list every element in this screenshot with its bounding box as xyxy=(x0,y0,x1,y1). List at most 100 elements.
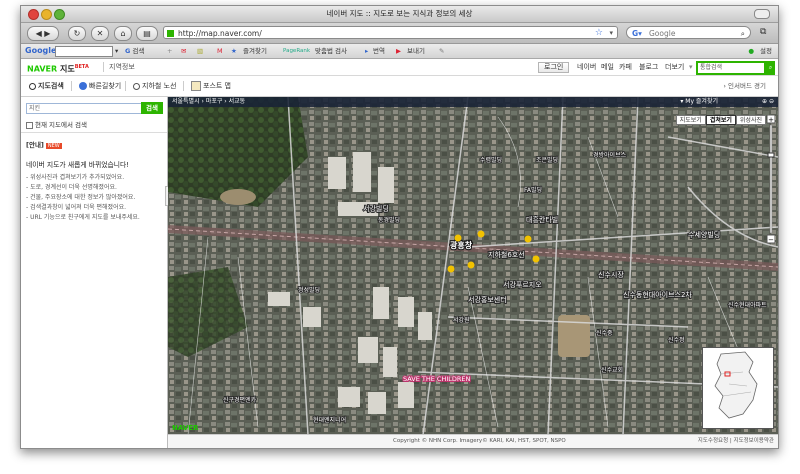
exit-marker[interactable] xyxy=(447,265,455,273)
pencil-icon[interactable]: ✎ xyxy=(439,44,444,58)
more-dropdown-icon[interactable]: ▾ xyxy=(689,59,693,75)
naver-search-input[interactable]: 통합검색 xyxy=(696,61,766,75)
map-type-satellite[interactable]: 위성사진 xyxy=(735,115,766,125)
place-label[interactable]: 신수중 xyxy=(595,328,614,338)
fullscreen-icon[interactable]: ⧉ xyxy=(760,26,772,38)
map-view[interactable]: 광흥창 지하철6호선 서강빌딩 서강푸르지오 대흥칸타빌 수세양빌딩 신수시장 … xyxy=(168,97,778,435)
exit-marker[interactable] xyxy=(524,235,532,243)
bookmark-button[interactable]: ▤ xyxy=(136,26,158,41)
help-link[interactable]: › 인서버드 경기 xyxy=(723,76,766,96)
forward-arrow-icon[interactable]: ▶ xyxy=(42,29,50,38)
station-label[interactable]: 광흥창 xyxy=(449,239,474,251)
place-label[interactable]: 조은빌딩 xyxy=(535,155,559,165)
zoom-out-icon[interactable]: − xyxy=(768,236,774,244)
tab-fast-route[interactable]: 빠른길찾기 xyxy=(79,76,121,96)
place-label[interactable]: 신구경편엔카 xyxy=(222,395,257,405)
naver-link[interactable]: 네이버 xyxy=(577,59,596,75)
exit-marker[interactable] xyxy=(477,230,485,238)
tab-map-search[interactable]: 지도검색 xyxy=(29,76,64,96)
url-bar[interactable]: http://map.naver.com/ ☆ ▾ xyxy=(163,26,618,39)
google-bookmarks-button[interactable]: 즐겨찾기 xyxy=(243,44,267,58)
gmail-link[interactable]: M xyxy=(217,44,223,58)
place-label[interactable]: 정성빌딩 xyxy=(297,285,321,295)
spellcheck-button[interactable]: 맞춤법 검사 xyxy=(315,44,347,58)
url-dropdown-icon[interactable]: ▾ xyxy=(609,27,613,40)
place-label[interactable]: 수렴빌딩 xyxy=(479,155,503,165)
naver-map-logo[interactable]: NAVER 지도BETA xyxy=(27,59,89,78)
google-logo[interactable]: Google xyxy=(25,44,56,58)
more-link[interactable]: 더보기 xyxy=(665,59,684,75)
place-search-button[interactable]: 검색 xyxy=(141,102,163,114)
login-button[interactable]: 로그인 xyxy=(538,62,570,73)
place-label[interactable]: 신수교회 xyxy=(600,365,624,375)
my-favorites-button[interactable]: ▾ My 즐겨찾기 xyxy=(680,97,718,107)
exit-marker[interactable] xyxy=(467,261,475,269)
place-label[interactable]: 수세양빌딩 xyxy=(687,229,721,240)
cafe-link[interactable]: 카페 xyxy=(619,59,632,75)
korea-outline-map[interactable] xyxy=(703,348,773,428)
pagerank-indicator[interactable]: PageRank xyxy=(283,44,310,58)
place-label[interactable]: 서강푸르지오 xyxy=(502,279,543,290)
map-breadcrumb[interactable]: 서울특별시 › 마포구 › 서교동 xyxy=(172,97,245,107)
search-icon[interactable]: ⌕ xyxy=(741,27,745,40)
place-label[interactable]: 동경빌딩 xyxy=(377,215,401,225)
gmail-icon[interactable]: ✉ xyxy=(181,44,186,58)
naver-search-button[interactable]: ⌕ xyxy=(766,61,775,75)
zoom-window-button[interactable] xyxy=(54,9,65,20)
star-bookmark-icon[interactable]: ★ xyxy=(231,44,237,58)
back-forward-buttons[interactable]: ◀ ▶ xyxy=(27,26,59,41)
close-window-button[interactable] xyxy=(28,9,39,20)
map-type-hybrid[interactable]: 겹쳐보기 xyxy=(705,115,736,125)
send-icon[interactable]: ▶ xyxy=(396,44,401,58)
reload-button[interactable]: ↻ xyxy=(68,26,86,41)
exit-marker[interactable] xyxy=(532,255,540,263)
mail-link[interactable]: 메일 xyxy=(601,59,614,75)
home-button[interactable]: ⌂ xyxy=(114,26,132,41)
tab-post-map[interactable]: 포스트 맵 xyxy=(191,76,231,96)
place-label[interactable]: 경방아이브스 xyxy=(592,150,627,160)
footer-links[interactable]: 지도수정요청 | 지도정보이용약관 xyxy=(698,435,774,448)
place-label[interactable]: 신수시장 xyxy=(597,269,625,280)
place-label[interactable]: 서강원 xyxy=(452,315,470,325)
bookmark-star-icon[interactable]: ☆ xyxy=(595,27,603,40)
notice-headline[interactable]: 네이버 지도가 새롭게 바뀌었습니다! xyxy=(26,159,164,169)
blog-link[interactable]: 블로그 xyxy=(639,59,658,75)
satellite-map[interactable]: 광흥창 지하철6호선 서강빌딩 서강푸르지오 대흥칸타빌 수세양빌딩 신수시장 … xyxy=(168,97,778,435)
stop-button[interactable]: ✕ xyxy=(91,26,109,41)
place-label[interactable]: 현대엔지니어 xyxy=(312,415,347,425)
place-label[interactable]: FA빌딩 xyxy=(523,185,543,195)
exit-marker[interactable] xyxy=(454,234,462,242)
toolbar-toggle-button[interactable] xyxy=(754,9,770,19)
map-type-map[interactable]: 지도보기 xyxy=(675,115,706,125)
place-search-input[interactable]: 지킨 xyxy=(26,103,142,114)
minimize-window-button[interactable] xyxy=(41,9,52,20)
zoom-in-icon[interactable]: + xyxy=(768,116,774,124)
zoom-slider[interactable]: + − xyxy=(767,115,775,245)
place-label[interactable]: 신수현대아파트 xyxy=(727,300,768,310)
google-toolbar-dropdown-icon[interactable]: ▾ xyxy=(115,44,118,58)
google-search-engine-icon[interactable]: G▾ xyxy=(632,27,642,40)
google-toolbar-search-button[interactable]: G 검색 xyxy=(125,44,144,58)
google-toolbar-search-input[interactable] xyxy=(55,46,113,57)
overview-minimap[interactable] xyxy=(702,347,774,429)
local-info-link[interactable]: 지역정보 xyxy=(103,62,135,72)
image-icon[interactable]: ▧ xyxy=(197,44,203,58)
zoom-handle[interactable] xyxy=(767,152,775,158)
place-label[interactable]: 신수정 xyxy=(667,335,685,345)
place-label[interactable]: 신수동현대아이브스2차 xyxy=(622,289,693,300)
translate-button[interactable]: 번역 xyxy=(373,44,385,58)
checkbox-icon[interactable] xyxy=(26,121,33,129)
google-toolbar-settings[interactable]: 설정 xyxy=(760,44,772,58)
browser-search-input[interactable]: G▾ Google ⌕ xyxy=(626,26,751,39)
zoom-slider-graphic[interactable]: + − xyxy=(767,115,775,245)
send-button[interactable]: 보내기 xyxy=(407,44,425,58)
place-label[interactable]: 서강홍보센터 xyxy=(467,294,508,305)
google-toolbar-more-icon[interactable]: + xyxy=(167,44,172,58)
translate-icon[interactable]: ▸ xyxy=(365,44,368,58)
place-label[interactable]: 서강빌딩 xyxy=(362,203,390,214)
tab-subway[interactable]: 지하철 노선 xyxy=(133,76,176,96)
place-label[interactable]: 대흥칸타빌 xyxy=(525,214,559,225)
search-in-map-checkbox[interactable]: 현재 지도에서 검색 xyxy=(26,119,87,129)
place-label[interactable]: SAVE THE CHILDREN xyxy=(402,374,472,384)
map-controls-icon[interactable]: ⊕ ⊖ xyxy=(762,97,774,107)
